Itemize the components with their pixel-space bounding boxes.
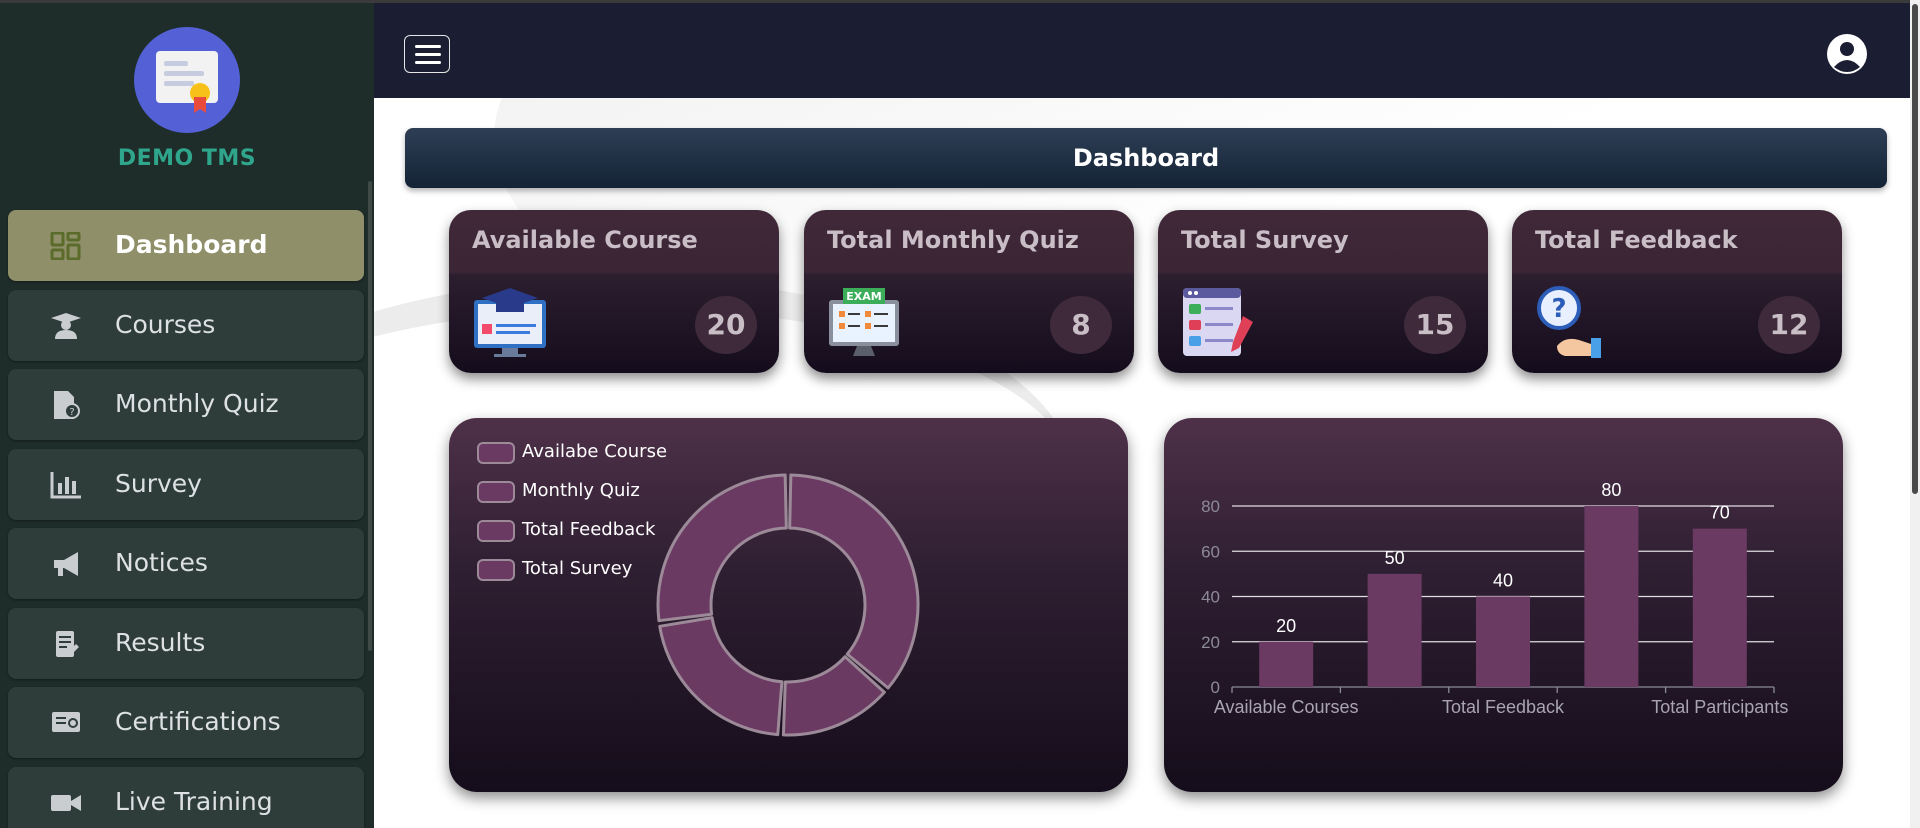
card-count: 12 [1758, 296, 1820, 354]
card-count: 8 [1050, 296, 1112, 354]
card-count: 15 [1404, 296, 1466, 354]
card-title: Total Feedback [1535, 226, 1738, 254]
results-document-icon [56, 631, 79, 657]
page-title-text: Dashboard [1072, 144, 1220, 172]
svg-text:EXAM: EXAM [846, 290, 881, 303]
sidebar-item-label: Results [115, 628, 206, 657]
stat-card-available-course[interactable]: Available Course 20 [449, 210, 779, 373]
donut-slice[interactable] [658, 616, 784, 737]
bar-data-label: 80 [1601, 480, 1621, 500]
hamburger-menu-button[interactable] [404, 35, 450, 73]
y-tick-label: 80 [1201, 497, 1220, 516]
page-scrollbar[interactable] [1910, 0, 1920, 828]
bar[interactable] [1476, 596, 1530, 688]
certificate-icon [52, 712, 80, 732]
donut-slice[interactable] [788, 473, 920, 690]
course-screen-icon [474, 288, 546, 357]
sidebar-item-results[interactable]: Results [8, 608, 364, 679]
card-title: Total Survey [1181, 226, 1349, 254]
donut-chart-panel: Availabe Course Monthly Quiz Total Feedb… [449, 418, 1128, 792]
y-tick-label: 40 [1201, 588, 1220, 607]
sidebar-item-dashboard[interactable]: Dashboard [8, 210, 364, 281]
graduate-icon [51, 313, 81, 339]
donut-slice[interactable] [656, 473, 788, 623]
sidebar-item-notices[interactable]: Notices [8, 528, 364, 599]
brand-name: DEMO TMS [117, 146, 257, 171]
sidebar-item-label: Live Training [115, 787, 273, 816]
bar-data-label: 50 [1385, 548, 1405, 568]
stat-card-survey[interactable]: Total Survey 15 [1158, 210, 1488, 373]
sidebar-item-certifications[interactable]: Certifications [8, 687, 364, 758]
bar-chart: 0 20 40 60 80 20 Available Courses 50 40 Total Fe… [1201, 480, 1788, 717]
stat-card-monthly-quiz[interactable]: Total Monthly Quiz EXAM 8 [804, 210, 1134, 373]
bar-chart-icon [50, 472, 81, 499]
bar-data-label: 20 [1276, 616, 1296, 636]
sidebar-item-label: Certifications [115, 707, 281, 736]
stat-card-feedback[interactable]: Total Feedback ? 12 [1512, 210, 1842, 373]
sidebar-scrollbar[interactable] [368, 181, 372, 651]
sidebar-item-label: Notices [115, 548, 208, 577]
sidebar-item-survey[interactable]: Survey [8, 449, 364, 520]
page-title: Dashboard [405, 128, 1887, 188]
bar-chart-panel: 0 20 40 60 80 20 Available Courses 50 40 Total Fe… [1164, 418, 1843, 792]
bar-data-label: 70 [1710, 503, 1730, 523]
sidebar: DEMO TMS Dashboard Courses ? Monthly Qui… [0, 0, 374, 828]
x-tick-label: Total Feedback [1442, 697, 1565, 717]
bar[interactable] [1367, 573, 1422, 687]
sidebar-item-live-training[interactable]: Live Training [8, 767, 364, 828]
sidebar-item-label: Dashboard [115, 230, 268, 259]
sidebar-item-label: Courses [115, 310, 216, 339]
x-tick-label: Available Courses [1214, 697, 1359, 717]
feedback-question-icon: ? [1537, 286, 1601, 358]
card-title: Available Course [472, 226, 698, 254]
bar[interactable] [1692, 528, 1747, 687]
exam-monitor-icon: EXAM [829, 288, 899, 356]
donut-chart [656, 473, 920, 737]
sidebar-item-courses[interactable]: Courses [8, 290, 364, 361]
quiz-document-icon: ? [54, 391, 80, 419]
card-title: Total Monthly Quiz [827, 226, 1079, 254]
bar[interactable] [1259, 641, 1314, 687]
user-profile-icon[interactable] [1826, 33, 1868, 75]
megaphone-icon [54, 552, 78, 576]
top-bar [374, 0, 1920, 98]
y-tick-label: 60 [1201, 542, 1220, 561]
sidebar-item-monthly-quiz[interactable]: ? Monthly Quiz [8, 369, 364, 440]
x-tick-label: Total Participants [1651, 697, 1788, 717]
video-camera-icon [51, 795, 81, 811]
bar-data-label: 40 [1493, 571, 1513, 591]
bar[interactable] [1584, 506, 1639, 687]
survey-checklist-icon [1183, 288, 1253, 356]
y-tick-label: 0 [1211, 678, 1220, 697]
svg-text:?: ? [1551, 294, 1566, 324]
dashboard-icon [50, 232, 81, 260]
y-tick-label: 20 [1201, 633, 1220, 652]
svg-text:?: ? [69, 407, 74, 418]
sidebar-item-label: Monthly Quiz [115, 389, 279, 418]
card-count: 20 [695, 296, 757, 354]
sidebar-item-label: Survey [115, 469, 202, 498]
logo[interactable] [134, 27, 240, 133]
